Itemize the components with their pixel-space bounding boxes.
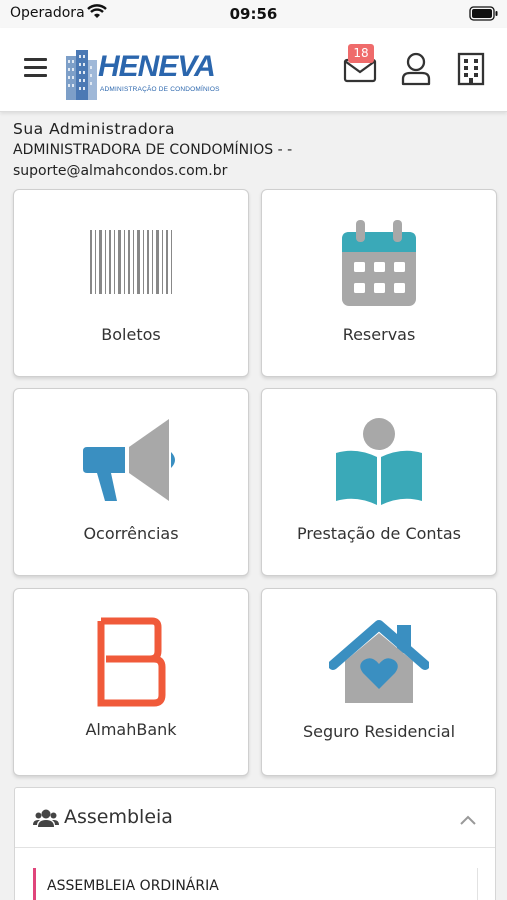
assembleia-item-label: ASSEMBLEIA ORDINÁRIA [47, 878, 219, 894]
mail-count-badge: 18 [348, 44, 374, 63]
tile-reservas[interactable]: Reservas [261, 189, 497, 377]
app-header: HENEVA ADMINISTRAÇÃO DE CONDOMÍNIOS 18 [0, 28, 507, 112]
assembleia-panel: Assembleia ASSEMBLEIA ORDINÁRIA [14, 787, 496, 900]
house-heart-icon [329, 620, 429, 703]
barcode-icon [90, 230, 172, 294]
status-bar: Operadora 09:56 [0, 0, 507, 28]
users-icon [33, 808, 59, 832]
tile-label: Boletos [101, 325, 161, 344]
tile-ocorrencias[interactable]: Ocorrências [13, 388, 249, 576]
logo-subtitle: ADMINISTRAÇÃO DE CONDOMÍNIOS [100, 86, 220, 93]
administrator-name: ADMINISTRADORA DE CONDOMÍNIOS - - [13, 142, 293, 158]
assembleia-item[interactable]: ASSEMBLEIA ORDINÁRIA [33, 868, 478, 900]
user-icon [401, 52, 431, 86]
tile-prestacao-de-contas[interactable]: Prestação de Contas [261, 388, 497, 576]
assembleia-title: Assembleia [64, 806, 173, 828]
chevron-up-icon[interactable] [459, 811, 477, 830]
tile-label: Reservas [342, 325, 416, 344]
heneva-logo: HENEVA ADMINISTRAÇÃO DE CONDOMÍNIOS [64, 46, 220, 104]
tile-label: Ocorrências [83, 524, 179, 543]
administrator-email[interactable]: suporte@almahcondos.com.br [13, 161, 503, 182]
administrator-info: Sua Administradora ADMINISTRADORA DE CON… [13, 118, 503, 182]
tile-label: Seguro Residencial [302, 722, 456, 741]
tile-boletos[interactable]: Boletos [13, 189, 249, 377]
menu-icon [24, 58, 47, 61]
condominium-button[interactable] [457, 52, 485, 86]
tile-label: AlmahBank [85, 720, 177, 739]
calendar-icon [342, 220, 416, 306]
profile-button[interactable] [400, 52, 432, 86]
building-logo-icon [66, 50, 97, 100]
megaphone-icon [83, 419, 175, 501]
assembleia-header[interactable]: Assembleia [15, 788, 495, 848]
status-time: 09:56 [229, 5, 278, 23]
logo-text: HENEVA [98, 50, 216, 83]
almahbank-logo-icon [97, 617, 166, 707]
building-icon [457, 52, 485, 86]
tile-seguro-residencial[interactable]: Seguro Residencial [261, 588, 497, 776]
tile-almahbank[interactable]: AlmahBank [13, 588, 249, 776]
menu-button[interactable] [24, 58, 48, 80]
battery-icon [469, 6, 499, 25]
administrator-heading: Sua Administradora [13, 120, 176, 138]
tile-label: Prestação de Contas [297, 524, 461, 543]
reading-person-icon [336, 418, 422, 505]
